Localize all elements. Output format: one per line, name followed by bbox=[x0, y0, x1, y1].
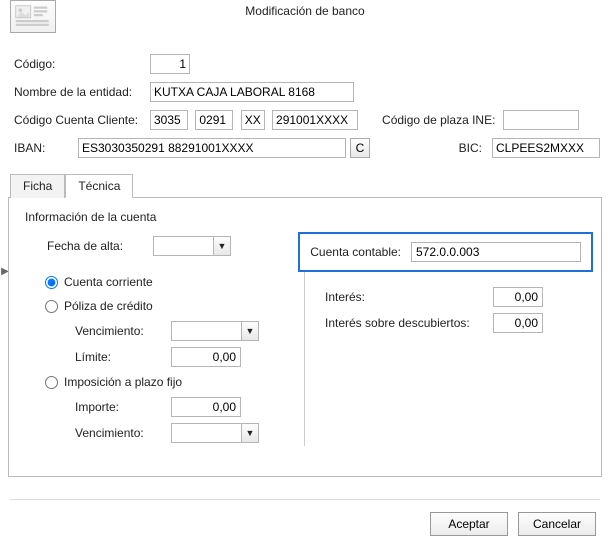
tab-body-tecnica: Información de la cuenta Fecha de alta: … bbox=[8, 197, 602, 477]
iban-calc-button[interactable]: C bbox=[350, 138, 370, 158]
fecha-alta-label: Fecha de alta: bbox=[47, 239, 153, 253]
interes-input[interactable] bbox=[493, 287, 543, 307]
interes-descubiertos-input[interactable] bbox=[493, 313, 543, 333]
section-title: Información de la cuenta bbox=[25, 210, 589, 224]
cuenta-contable-label: Cuenta contable: bbox=[310, 245, 401, 259]
radio-poliza-credito-label: Póliza de crédito bbox=[64, 299, 153, 313]
poliza-vencimiento-datepicker[interactable]: ▼ bbox=[171, 321, 259, 341]
ccc-oficina-input[interactable] bbox=[195, 110, 233, 130]
radio-cuenta-corriente[interactable] bbox=[45, 276, 58, 289]
poliza-limite-label: Límite: bbox=[75, 350, 171, 364]
chevron-down-icon[interactable]: ▼ bbox=[241, 321, 259, 341]
radio-cuenta-corriente-label: Cuenta corriente bbox=[64, 275, 153, 289]
fecha-alta-datepicker[interactable]: ▼ bbox=[153, 236, 231, 256]
chevron-down-icon[interactable]: ▼ bbox=[213, 236, 231, 256]
poliza-vencimiento-label: Vencimiento: bbox=[75, 324, 171, 338]
interes-descubiertos-label: Interés sobre descubiertos: bbox=[325, 316, 493, 330]
interes-label: Interés: bbox=[325, 290, 493, 304]
plazo-importe-label: Importe: bbox=[75, 400, 171, 414]
plazo-vencimiento-datepicker[interactable]: ▼ bbox=[171, 423, 259, 443]
radio-plazo-fijo-label: Imposición a plazo fijo bbox=[64, 375, 182, 389]
nombre-entidad-input[interactable] bbox=[150, 82, 354, 102]
ccc-banco-input[interactable] bbox=[150, 110, 188, 130]
plazo-importe-input[interactable] bbox=[171, 397, 241, 417]
bic-label: BIC: bbox=[459, 141, 482, 155]
aceptar-button[interactable]: Aceptar bbox=[430, 512, 508, 536]
bic-input[interactable] bbox=[492, 138, 600, 158]
iban-label: IBAN: bbox=[14, 141, 78, 155]
ccc-cuenta-input[interactable] bbox=[272, 110, 358, 130]
cuenta-contable-input[interactable] bbox=[411, 242, 581, 262]
poliza-limite-input[interactable] bbox=[171, 347, 241, 367]
cancelar-button[interactable]: Cancelar bbox=[518, 512, 596, 536]
fecha-alta-input[interactable] bbox=[153, 236, 213, 256]
cuenta-contable-highlight: Cuenta contable: bbox=[298, 232, 593, 272]
ccc-group bbox=[150, 110, 362, 130]
plazo-vencimiento-input[interactable] bbox=[171, 423, 241, 443]
poliza-vencimiento-input[interactable] bbox=[171, 321, 241, 341]
plazo-vencimiento-label: Vencimiento: bbox=[75, 426, 171, 440]
plaza-ine-input[interactable] bbox=[503, 110, 579, 130]
header-form: Código: Nombre de la entidad: Código Cue… bbox=[0, 35, 610, 159]
iban-input[interactable] bbox=[78, 138, 346, 158]
codigo-input[interactable] bbox=[150, 54, 190, 74]
radio-plazo-fijo[interactable] bbox=[45, 376, 58, 389]
ccc-dc-input[interactable] bbox=[241, 110, 265, 130]
tab-tecnica[interactable]: Técnica bbox=[65, 174, 133, 198]
ccc-label: Código Cuenta Cliente: bbox=[14, 113, 150, 127]
plaza-label: Código de plaza INE: bbox=[382, 113, 495, 127]
radio-poliza-credito[interactable] bbox=[45, 300, 58, 313]
nombre-label: Nombre de la entidad: bbox=[14, 85, 150, 99]
codigo-label: Código: bbox=[14, 57, 150, 71]
tab-ficha[interactable]: Ficha bbox=[10, 174, 65, 198]
chevron-down-icon[interactable]: ▼ bbox=[241, 423, 259, 443]
footer-divider bbox=[10, 499, 600, 500]
dialog-title: Modificación de banco bbox=[0, 4, 610, 18]
